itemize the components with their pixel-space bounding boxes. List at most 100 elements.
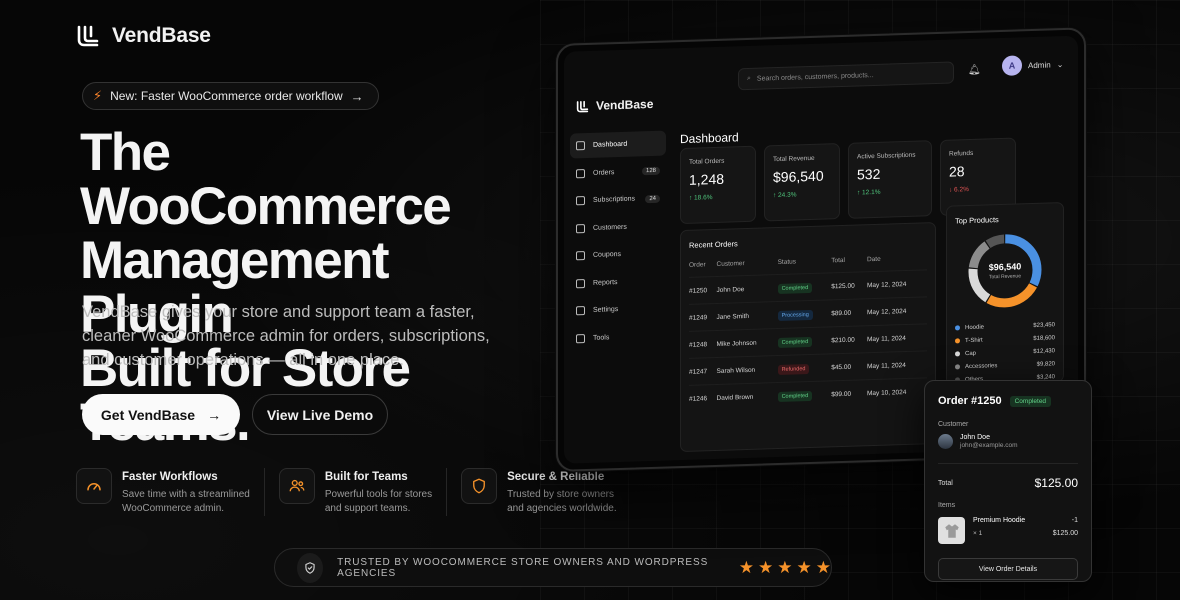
get-vendbase-button[interactable]: Get VendBase → [82, 394, 240, 435]
order-date: May 12, 2024 [866, 296, 927, 326]
dashboard-logo[interactable]: VendBase [576, 97, 653, 113]
user-name: Admin [1028, 60, 1051, 71]
sidebar-item-label: Settings [593, 306, 619, 314]
shield-check-icon [297, 552, 324, 583]
feature-desc-line: Trusted by store owners [507, 489, 615, 500]
sidebar-item-customers[interactable]: Customers [570, 213, 666, 241]
recent-orders-table: Order Customer Status Total Date #1250 J… [689, 254, 927, 413]
top-products-panel: Top Products $96,540 Total Revenue Hoodi… [946, 202, 1064, 386]
box-icon [576, 168, 585, 178]
order-status: Completed [777, 380, 832, 410]
tag-icon [576, 251, 585, 261]
view-order-details-button[interactable]: View Order Details [938, 558, 1078, 580]
order-status: Completed [777, 272, 832, 302]
item-price: $125.00 [1052, 530, 1078, 537]
announcement-pill[interactable]: ⚡ New: Faster WooCommerce order workflow… [82, 82, 379, 110]
status-badge: Refunded [777, 363, 810, 375]
order-date: May 11, 2024 [866, 323, 927, 353]
feature-title: Secure & Reliable [507, 471, 605, 483]
feature-built-for-teams: Built for Teams Powerful tools for store… [278, 468, 448, 516]
feature-desc-line: and agencies worldwide. [507, 503, 617, 514]
avatar [938, 434, 953, 449]
total-value: $125.00 [1034, 476, 1078, 490]
total-label: Total [938, 479, 953, 487]
stat-delta: ↑ 12.1% [857, 188, 881, 197]
legend-label: Cap [965, 350, 977, 357]
order-id: #1246 [689, 384, 717, 413]
legend-value: $18,600 [1033, 334, 1055, 342]
dashboard-brand-name: VendBase [596, 96, 654, 113]
stat-label: Active Subscriptions [857, 151, 916, 161]
avatar[interactable]: A [1002, 55, 1022, 76]
legend-label: Hoodie [965, 324, 985, 331]
legend-value: $12,430 [1033, 347, 1055, 355]
order-total: $89.00 [831, 298, 867, 327]
order-status: Completed [777, 326, 832, 356]
donut-center-value: $96,540 [988, 261, 1022, 273]
feature-title: Built for Teams [324, 471, 408, 483]
brand-name: VendBase [112, 24, 211, 47]
sidebar-item-orders[interactable]: Orders 128 [570, 158, 666, 186]
top-products-legend: Hoodie $23,450 T-Shirt $18,600 Cap $12,430 Acc… [955, 318, 1055, 386]
order-card-title: Order #1250 [938, 395, 1002, 407]
order-status: Processing [777, 299, 832, 329]
hero-subtitle: VendBase gives your store and support te… [82, 303, 490, 369]
legend-label: T-Shirt [965, 337, 983, 344]
item-count: -1 [1071, 517, 1078, 524]
order-line-item: Premium Hoodie × 1 -1 $125.00 [938, 517, 1078, 544]
sidebar-item-subscriptions[interactable]: Subscriptions 24 [570, 186, 666, 214]
sidebar-item-dashboard[interactable]: Dashboard [570, 130, 666, 159]
order-date: May 12, 2024 [866, 269, 927, 299]
order-customer: Sarah Wilson [716, 355, 778, 385]
feature-secure-reliable: Secure & Reliable Trusted by store owner… [461, 468, 631, 516]
feature-faster-workflows: Faster Workflows Save time with a stream… [76, 468, 265, 516]
feature-description: Save time with a streamlined WooCommerce… [122, 488, 250, 516]
stat-delta: ↑ 18.6% [689, 194, 713, 202]
sidebar-item-tools[interactable]: Tools [570, 323, 666, 351]
order-card-header: Order #1250 Completed [938, 395, 1078, 407]
status-badge: Completed [777, 336, 813, 348]
sidebar-item-reports[interactable]: Reports [570, 268, 666, 296]
column-header: Order [689, 261, 706, 269]
sidebar-item-coupons[interactable]: Coupons [570, 241, 666, 269]
dashboard-sidebar: Dashboard Orders 128 Subscriptions 24 Cust… [570, 130, 666, 354]
top-products-title: Top Products [955, 215, 999, 226]
order-date: May 11, 2024 [866, 350, 927, 380]
brand-logo[interactable]: VendBase [76, 24, 211, 48]
legend-label: Accessories [965, 362, 998, 370]
announcement-text: New: Faster WooCommerce order workflow [110, 89, 343, 103]
order-customer: Jane Smith [716, 301, 778, 331]
legend-dot [955, 325, 960, 331]
stat-label: Refunds [949, 149, 974, 158]
dashboard-title: Dashboard [680, 130, 739, 147]
stat-card-total-orders: Total Orders 1,248 ↑ 18.6% [680, 145, 756, 225]
team-icon [278, 468, 315, 504]
bell-icon[interactable]: 🔔︎ [968, 65, 981, 76]
legend-dot [955, 351, 960, 357]
user-menu[interactable]: Admin ⌄ [1028, 60, 1063, 70]
sidebar-item-settings[interactable]: Settings [570, 296, 666, 324]
order-customer: John Doe john@example.com [938, 434, 1078, 449]
column-header: Total [831, 256, 845, 265]
recent-orders-title: Recent Orders [689, 239, 738, 250]
order-customer: Mike Johnson [716, 328, 778, 358]
trust-text: TRUSTED BY WOOCOMMERCE STORE OWNERS AND … [337, 556, 709, 579]
dashboard-search-input[interactable]: ⌕ Search orders, customers, products... [738, 61, 954, 91]
customer-label: Customer [938, 421, 969, 428]
order-total: $99.00 [831, 379, 867, 408]
status-badge: Completed [1009, 395, 1052, 407]
sidebar-item-label: Coupons [593, 250, 622, 259]
view-live-demo-button[interactable]: View Live Demo [252, 394, 388, 435]
get-vendbase-label: Get VendBase [100, 406, 196, 423]
item-amounts: -1 $125.00 [1053, 517, 1078, 544]
feature-description: Powerful tools for stores and support te… [325, 488, 432, 516]
star-icon: ★ [777, 558, 793, 577]
feature-desc-line: Powerful tools for stores [324, 489, 433, 500]
customer-name: John Doe [960, 434, 990, 441]
users-icon [576, 223, 585, 233]
sidebar-item-label: Dashboard [593, 140, 628, 149]
sidebar-item-label: Customers [593, 223, 627, 232]
shield-icon [461, 468, 498, 504]
star-icon: ★ [738, 558, 754, 577]
vendbase-logo-icon [77, 25, 99, 47]
